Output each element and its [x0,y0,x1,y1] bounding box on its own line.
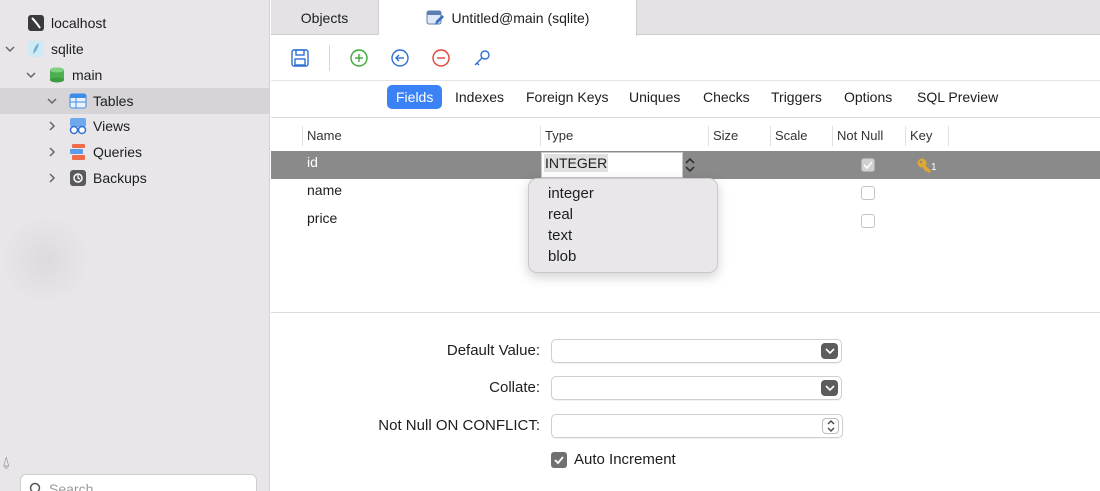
connection-icon [28,15,44,31]
checkmark-icon [551,451,567,468]
accessibility-icon: ⍙ [2,453,11,469]
queries-label: Queries [93,144,143,160]
backups-icon [70,170,86,186]
chevron-down-icon[interactable] [46,95,58,107]
column-header-size[interactable]: Size [708,126,770,146]
tab-bar: Objects Untitled@main (sqlite) [271,0,1100,36]
minus-circle-icon [432,49,450,67]
tree-item-queries[interactable]: Queries [0,139,270,165]
tree-item-schema[interactable]: main [0,62,270,88]
chevron-right-icon[interactable] [46,172,58,184]
chevron-down-icon [821,343,838,359]
insert-field-button[interactable] [388,46,412,70]
type-stepper-icon[interactable] [684,156,696,174]
views-label: Views [93,118,131,134]
tables-label: Tables [93,93,134,109]
type-option-integer[interactable]: integer [529,183,717,204]
field-name-cell[interactable]: name [307,179,342,207]
tab-objects[interactable]: Objects [271,0,379,35]
chevron-down-icon[interactable] [4,43,16,55]
tree-item-views[interactable]: Views [0,113,270,139]
tab-uniques[interactable]: Uniques [620,85,689,109]
tab-indexes[interactable]: Indexes [446,85,513,109]
tree-item-database[interactable]: sqlite [0,36,270,62]
tree-item-backups[interactable]: Backups [0,165,270,191]
type-option-real[interactable]: real [529,204,717,225]
schema-icon [50,67,64,83]
column-header-scale[interactable]: Scale [770,126,832,146]
field-name-cell[interactable]: id [307,151,318,179]
sqlite-icon [28,41,44,57]
arrow-left-circle-icon [391,49,409,67]
tab-table-designer[interactable]: Untitled@main (sqlite) [379,0,637,36]
not-null-checkbox[interactable] [861,158,875,172]
tables-icon [69,93,87,109]
views-icon [69,118,87,135]
type-option-text[interactable]: text [529,225,717,246]
save-icon [291,49,309,67]
search-input[interactable] [49,481,229,491]
sidebar-decoration [0,215,90,305]
save-button[interactable] [288,46,312,70]
tab-active-label: Untitled@main (sqlite) [451,10,590,26]
default-value-select[interactable] [551,339,842,363]
tab-fields[interactable]: Fields [387,85,443,109]
toolbar-divider [329,45,330,71]
queries-icon [70,144,85,160]
not-null-checkbox[interactable] [861,186,875,200]
column-header-type[interactable]: Type [540,126,708,146]
database-label: sqlite [51,41,84,57]
primary-key-button[interactable] [470,46,494,70]
auto-increment-label: Auto Increment [574,451,676,468]
type-value: INTEGER [544,154,609,172]
chevron-right-icon[interactable] [46,146,58,158]
type-dropdown-menu: integer real text blob [528,178,718,273]
collate-select[interactable] [551,376,842,400]
tab-options[interactable]: Options [835,85,901,109]
default-value-label: Default Value: [446,342,540,359]
tab-objects-label: Objects [300,9,349,26]
chevron-down-icon[interactable] [25,69,37,81]
search-icon [29,482,41,491]
field-name-cell[interactable]: price [307,207,337,235]
type-input[interactable]: INTEGER [541,152,683,178]
plus-circle-icon [350,49,368,67]
schema-label: main [72,67,103,83]
column-header-not-null[interactable]: Not Null [832,126,905,146]
column-header-key[interactable]: Key [905,126,949,146]
type-option-blob[interactable]: blob [529,246,717,267]
not-null-checkbox[interactable] [861,214,875,228]
tab-foreign-keys[interactable]: Foreign Keys [517,85,617,109]
key-index: 1 [931,162,937,173]
tab-sql-preview[interactable]: SQL Preview [908,85,1007,109]
designer-tabs: Fields Indexes Foreign Keys Uniques Chec… [271,80,1100,118]
not-null-conflict-label: Not Null ON CONFLICT: [378,417,540,434]
chevron-down-icon [821,380,838,396]
stepper-icon [822,418,839,434]
auto-increment-checkbox[interactable]: Auto Increment [551,451,676,468]
chevron-right-icon[interactable] [46,120,58,132]
table-row[interactable]: id INTEGER 1 [271,151,1100,179]
table-edit-icon [426,10,444,25]
column-header-name[interactable]: Name [302,126,540,146]
add-field-button[interactable] [347,46,371,70]
tree-item-tables[interactable]: Tables [0,88,270,114]
tree-item-connection[interactable]: localhost [0,10,270,36]
sidebar: localhost sqlite main Tables Views Queri… [0,0,270,491]
delete-field-button[interactable] [429,46,453,70]
key-icon [474,50,490,66]
not-null-conflict-select[interactable] [551,414,843,438]
tab-triggers[interactable]: Triggers [762,85,831,109]
toolbar [271,36,1100,80]
collate-label: Collate: [489,379,540,396]
tab-checks[interactable]: Checks [694,85,759,109]
backups-label: Backups [93,170,147,186]
connection-label: localhost [51,15,107,31]
sidebar-search[interactable] [20,474,257,491]
